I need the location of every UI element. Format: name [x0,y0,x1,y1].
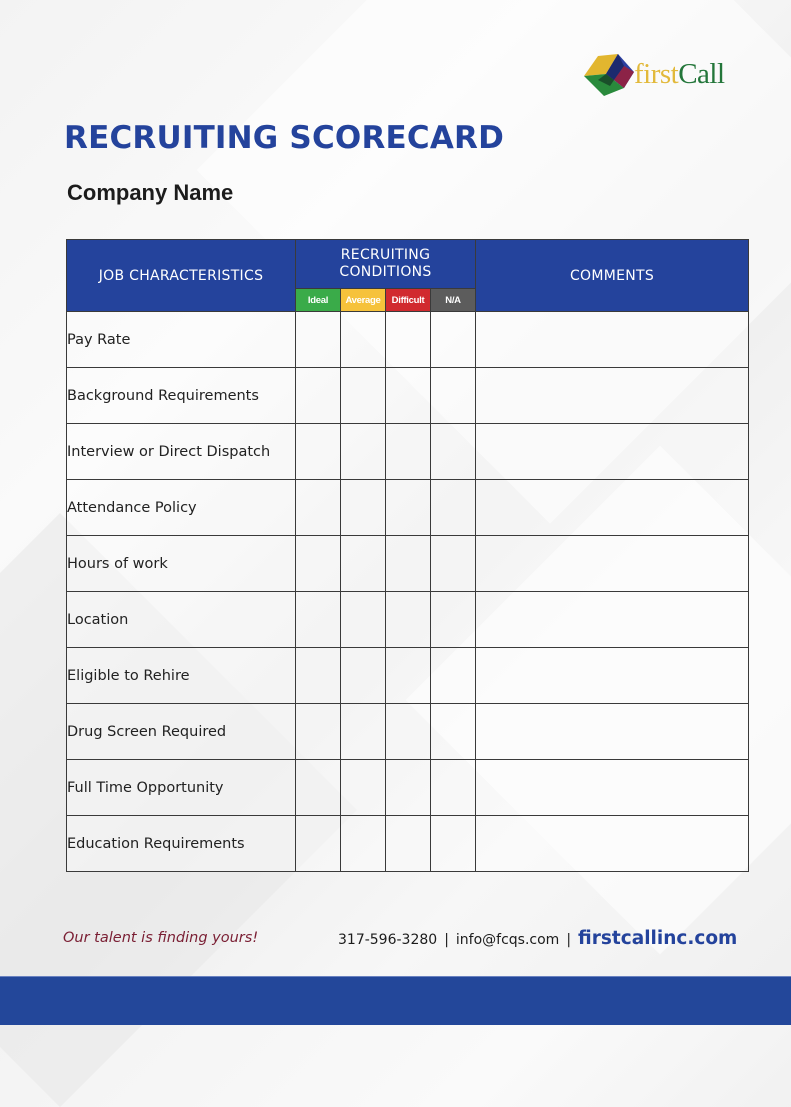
condition-cell-difficult[interactable] [385,423,431,480]
condition-cell-difficult[interactable] [385,815,431,872]
table-row: Drug Screen Required [66,703,750,760]
condition-cell-average[interactable] [340,647,386,704]
comments-cell[interactable] [475,535,750,592]
header-job-characteristics: JOB CHARACTERISTICS [66,239,296,312]
condition-cell-ideal[interactable] [295,367,341,424]
condition-cell-average[interactable] [340,703,386,760]
comments-cell[interactable] [475,703,750,760]
tagline: Our talent is finding yours! [63,930,259,946]
firstcall-logo: firstCall [580,50,740,98]
condition-cell-difficult[interactable] [385,535,431,592]
condition-cell-ideal[interactable] [295,647,341,704]
header-recruiting-conditions: RECRUITING CONDITIONS [294,239,477,289]
condition-cell-difficult[interactable] [385,367,431,424]
job-characteristic-label: Pay Rate [66,311,296,368]
condition-cell-na[interactable] [429,535,477,592]
condition-cell-difficult[interactable] [385,591,431,648]
table-row: Hours of work [66,535,750,592]
condition-ideal-label: Ideal [295,288,341,312]
job-characteristic-label: Drug Screen Required [66,703,296,760]
job-characteristic-label: Attendance Policy [66,479,296,536]
footer-bar [0,976,791,1025]
condition-cell-na[interactable] [429,423,477,480]
condition-cell-difficult[interactable] [385,311,431,368]
logo-call: Call [678,57,725,90]
comments-cell[interactable] [475,479,750,536]
comments-cell[interactable] [475,591,750,648]
condition-cell-na[interactable] [429,311,477,368]
contact-info: 317-596-3280 | info@fcqs.com | firstcall… [338,928,737,949]
comments-cell[interactable] [475,367,750,424]
comments-cell[interactable] [475,815,750,872]
header-comments: COMMENTS [475,239,750,312]
table-row: Interview or Direct Dispatch [66,423,750,480]
condition-cell-difficult[interactable] [385,647,431,704]
condition-cell-na[interactable] [429,591,477,648]
job-characteristic-label: Eligible to Rehire [66,647,296,704]
condition-cell-na[interactable] [429,815,477,872]
condition-cell-ideal[interactable] [295,591,341,648]
condition-cell-na[interactable] [429,759,477,816]
condition-cell-average[interactable] [340,591,386,648]
job-characteristic-label: Background Requirements [66,367,296,424]
table-row: Education Requirements [66,815,750,872]
logo-first: first [634,57,679,90]
table-row: Attendance Policy [66,479,750,536]
condition-cell-na[interactable] [429,479,477,536]
condition-cell-difficult[interactable] [385,479,431,536]
condition-cell-ideal[interactable] [295,479,341,536]
job-characteristic-label: Full Time Opportunity [66,759,296,816]
company-name-label[interactable]: Company Name [67,180,233,206]
logo-wordmark: firstCall [634,58,725,91]
condition-cell-average[interactable] [340,815,386,872]
cube-logo-icon [584,54,634,96]
phone-number[interactable]: 317-596-3280 [338,932,437,948]
table-row: Location [66,591,750,648]
condition-cell-ideal[interactable] [295,311,341,368]
job-characteristic-label: Education Requirements [66,815,296,872]
job-characteristic-label: Hours of work [66,535,296,592]
condition-cell-difficult[interactable] [385,703,431,760]
comments-cell[interactable] [475,423,750,480]
condition-cell-average[interactable] [340,479,386,536]
website-link[interactable]: firstcallinc.com [578,928,737,949]
condition-cell-average[interactable] [340,759,386,816]
table-row: Full Time Opportunity [66,759,750,816]
condition-cell-average[interactable] [340,535,386,592]
condition-cell-difficult[interactable] [385,759,431,816]
email-link[interactable]: info@fcqs.com [456,932,559,948]
comments-cell[interactable] [475,311,750,368]
separator: | [566,932,572,948]
condition-cell-average[interactable] [340,423,386,480]
job-characteristic-label: Interview or Direct Dispatch [66,423,296,480]
condition-cell-ideal[interactable] [295,815,341,872]
condition-cell-ideal[interactable] [295,759,341,816]
table-row: Eligible to Rehire [66,647,750,704]
separator: | [444,932,449,948]
table-row: Pay Rate [66,311,750,368]
condition-cell-ideal[interactable] [295,535,341,592]
condition-cell-na[interactable] [429,647,477,704]
condition-cell-ideal[interactable] [295,423,341,480]
condition-cell-ideal[interactable] [295,703,341,760]
condition-cell-na[interactable] [429,367,477,424]
job-characteristic-label: Location [66,591,296,648]
condition-average-label: Average [340,288,386,312]
comments-cell[interactable] [475,759,750,816]
scorecard-table: JOB CHARACTERISTICS RECRUITING CONDITION… [66,239,750,872]
condition-cell-average[interactable] [340,311,386,368]
table-row: Background Requirements [66,367,750,424]
page-title: RECRUITING SCORECARD [64,120,505,156]
condition-cell-average[interactable] [340,367,386,424]
comments-cell[interactable] [475,647,750,704]
condition-difficult-label: Difficult [385,288,431,312]
condition-cell-na[interactable] [429,703,477,760]
condition-na-label: N/A [429,288,477,312]
